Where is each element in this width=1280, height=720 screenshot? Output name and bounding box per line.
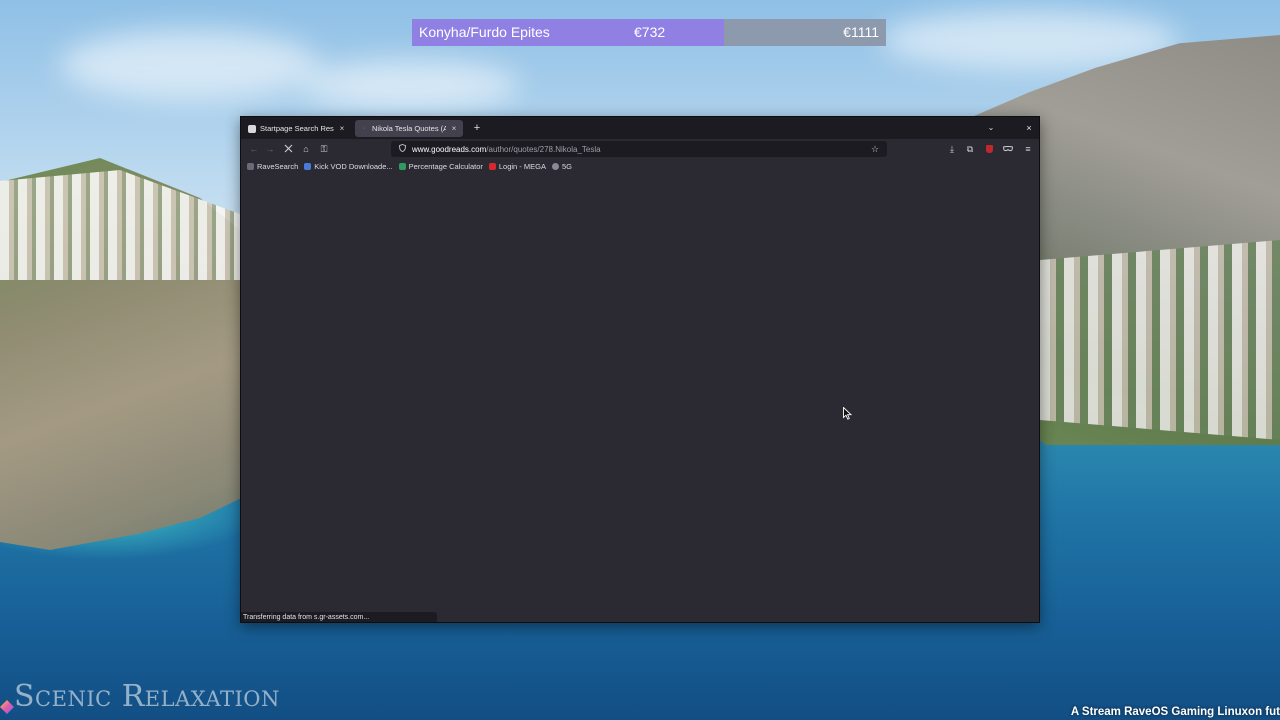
shield-icon — [398, 144, 406, 152]
url-text[interactable]: www.goodreads.com/author/quotes/278.Niko… — [412, 145, 601, 154]
forward-button[interactable]: → — [263, 142, 277, 156]
startpage-favicon-icon — [248, 124, 256, 133]
close-tab-icon[interactable]: × — [338, 124, 346, 133]
wallpaper-town-right — [1040, 240, 1280, 440]
back-button[interactable]: ← — [247, 142, 261, 156]
status-bar: Transferring data from s.gr-assets.com..… — [241, 612, 437, 622]
bookmark-label: Percentage Calculator — [408, 161, 483, 171]
stop-button[interactable] — [281, 142, 295, 156]
bookmark-label: Kick VOD Downloade... — [314, 161, 393, 171]
url-path: /author/quotes/278.Nikola_Tesla — [486, 144, 601, 154]
home-button[interactable]: ⌂ — [299, 142, 313, 156]
tab-startpage[interactable]: Startpage Search Results × — [243, 120, 351, 137]
downloads-button[interactable]: ⤓ — [945, 142, 959, 156]
wallpaper-cloud — [300, 60, 520, 110]
ublock-extension-button[interactable] — [982, 142, 996, 156]
bookmarks-toolbar: RaveSearch Kick VOD Downloade... Percent… — [241, 159, 1039, 173]
app-menu-button[interactable]: ≡ — [1021, 142, 1035, 156]
url-bar[interactable]: www.goodreads.com/author/quotes/278.Niko… — [391, 141, 887, 157]
kick-icon — [304, 162, 312, 170]
bookmark-5g[interactable]: 5G — [551, 161, 572, 171]
donation-goal-bar: Konyha/Furdo Epites €732 €1111 — [412, 19, 886, 46]
extensions-button[interactable]: ⧉ — [963, 142, 977, 156]
tab-title: Nikola Tesla Quotes (Author of My Invent… — [372, 124, 446, 133]
list-tabs-button[interactable]: ⌄ — [985, 122, 997, 134]
tab-bar: Startpage Search Results × · Nikola Tesl… — [241, 117, 1039, 139]
tab-goodreads[interactable]: · Nikola Tesla Quotes (Author of My Inve… — [355, 120, 463, 137]
goal-target-amount: €1111 — [843, 24, 879, 40]
bookmark-percentage-calculator[interactable]: Percentage Calculator — [398, 161, 483, 171]
permissions-button[interactable]: ⚿ — [317, 142, 331, 156]
bookmark-mega[interactable]: Login - MEGA — [488, 161, 546, 171]
bookmark-label: 5G — [561, 161, 572, 171]
bookmark-ravesearch[interactable]: RaveSearch — [247, 162, 298, 171]
wallpaper-cloud — [60, 30, 320, 100]
bookmark-kick-vod[interactable]: Kick VOD Downloade... — [304, 161, 393, 171]
stream-ticker: A Stream RaveOS Gaming Linuxon fut — [1070, 706, 1280, 718]
bookmark-label: Login - MEGA — [498, 161, 546, 171]
tab-title: Startpage Search Results — [260, 124, 334, 133]
ublock-icon — [985, 145, 993, 153]
goal-label: Konyha/Furdo Epites — [419, 24, 550, 40]
mega-icon — [488, 162, 496, 170]
mask-extension-button[interactable] — [1001, 142, 1015, 156]
stop-icon — [284, 144, 292, 153]
percent-icon — [398, 162, 406, 170]
url-host: www.goodreads.com — [412, 144, 487, 154]
ravesearch-icon — [247, 162, 254, 170]
channel-watermark: Scenic Relaxation — [14, 679, 280, 714]
goal-current-amount: €732 — [634, 24, 666, 40]
globe-icon — [551, 162, 559, 170]
bookmark-star-icon[interactable]: ☆ — [869, 142, 881, 156]
navigation-toolbar: ← → ⌂ ⚿ www.goodreads.com/author/quotes/… — [241, 139, 1039, 159]
browser-window: Startpage Search Results × · Nikola Tesl… — [240, 116, 1040, 623]
mask-icon — [1002, 146, 1014, 152]
mouse-cursor-icon — [843, 407, 852, 420]
site-info-icon[interactable] — [395, 144, 409, 154]
close-tab-icon[interactable]: × — [450, 124, 458, 133]
page-content-area[interactable] — [241, 174, 1039, 612]
loading-icon: · — [362, 124, 366, 132]
close-window-button[interactable]: × — [1023, 122, 1035, 134]
new-tab-button[interactable]: + — [471, 121, 483, 135]
bookmark-label: RaveSearch — [257, 161, 299, 171]
